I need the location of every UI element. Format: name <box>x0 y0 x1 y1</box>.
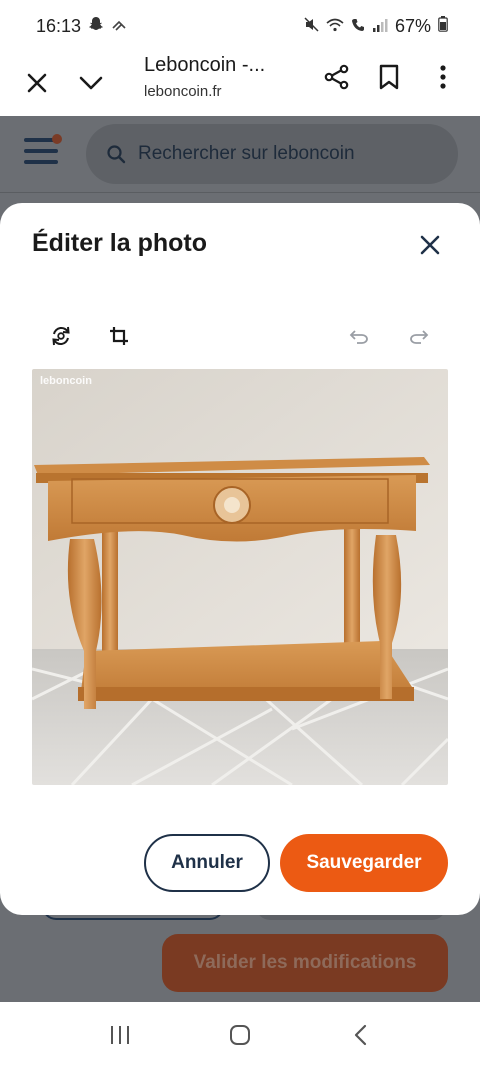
redo-icon <box>410 330 429 344</box>
photo-edit-toolbar <box>0 315 480 355</box>
modal-close-button[interactable] <box>412 227 448 263</box>
status-time: 16:13 <box>36 15 82 36</box>
rotate-button[interactable] <box>44 319 78 353</box>
console-table-image <box>32 369 448 785</box>
minimize-button[interactable] <box>74 66 108 100</box>
bookmark-icon <box>379 64 399 90</box>
battery-icon <box>438 15 448 37</box>
undo-icon <box>349 330 368 344</box>
save-button[interactable]: Sauvegarder <box>280 834 448 892</box>
modal-title: Éditer la photo <box>32 229 207 257</box>
undo-button[interactable] <box>342 319 376 353</box>
crop-icon <box>110 327 128 345</box>
search-placeholder: Rechercher sur leboncoin <box>138 143 355 164</box>
search-icon <box>107 145 126 164</box>
more-vertical-icon <box>440 65 446 89</box>
chevron-down-icon <box>79 76 103 90</box>
back-icon <box>354 1024 367 1045</box>
close-icon <box>27 73 47 93</box>
battery-percent: 67% <box>394 15 431 36</box>
recent-apps-button[interactable] <box>100 1015 140 1055</box>
browser-title: Leboncoin -... <box>144 54 266 76</box>
redo-button[interactable] <box>402 319 436 353</box>
crop-button[interactable] <box>102 319 136 353</box>
signal-icon <box>372 16 388 37</box>
wifi-calling-icon <box>111 16 127 37</box>
validate-button[interactable]: Valider les modifications <box>162 934 448 992</box>
browser-toolbar: Leboncoin -... leboncoin.fr <box>0 52 480 116</box>
status-bar: 16:13 67% <box>0 0 480 52</box>
share-button[interactable] <box>320 60 354 94</box>
home-button[interactable] <box>220 1015 260 1055</box>
divider <box>0 192 480 193</box>
call-icon <box>351 16 365 37</box>
home-icon <box>230 1024 250 1045</box>
close-tab-button[interactable] <box>20 66 54 100</box>
search-bar[interactable]: Rechercher sur leboncoin <box>86 124 458 184</box>
watermark: leboncoin <box>40 375 92 387</box>
browser-title-area[interactable]: Leboncoin -... leboncoin.fr <box>144 54 265 100</box>
back-button[interactable] <box>340 1015 380 1055</box>
listing-photo: leboncoin <box>32 369 448 785</box>
mute-icon <box>304 16 319 37</box>
close-icon <box>420 235 440 255</box>
more-options-button[interactable] <box>426 60 460 94</box>
bookmark-button[interactable] <box>372 60 406 94</box>
cancel-button[interactable]: Annuler <box>144 834 270 892</box>
snapchat-icon <box>88 16 104 37</box>
browser-url: leboncoin.fr <box>144 83 222 100</box>
rotate-icon <box>52 326 70 346</box>
recent-apps-icon <box>111 1025 129 1044</box>
android-navigation-bar <box>0 1002 480 1067</box>
notification-dot <box>52 134 62 144</box>
wifi-icon <box>326 16 344 37</box>
share-icon <box>324 64 349 90</box>
edit-photo-modal: Éditer la photo leboncoin Annuler Sauveg… <box>0 203 480 915</box>
menu-button[interactable] <box>24 134 62 168</box>
